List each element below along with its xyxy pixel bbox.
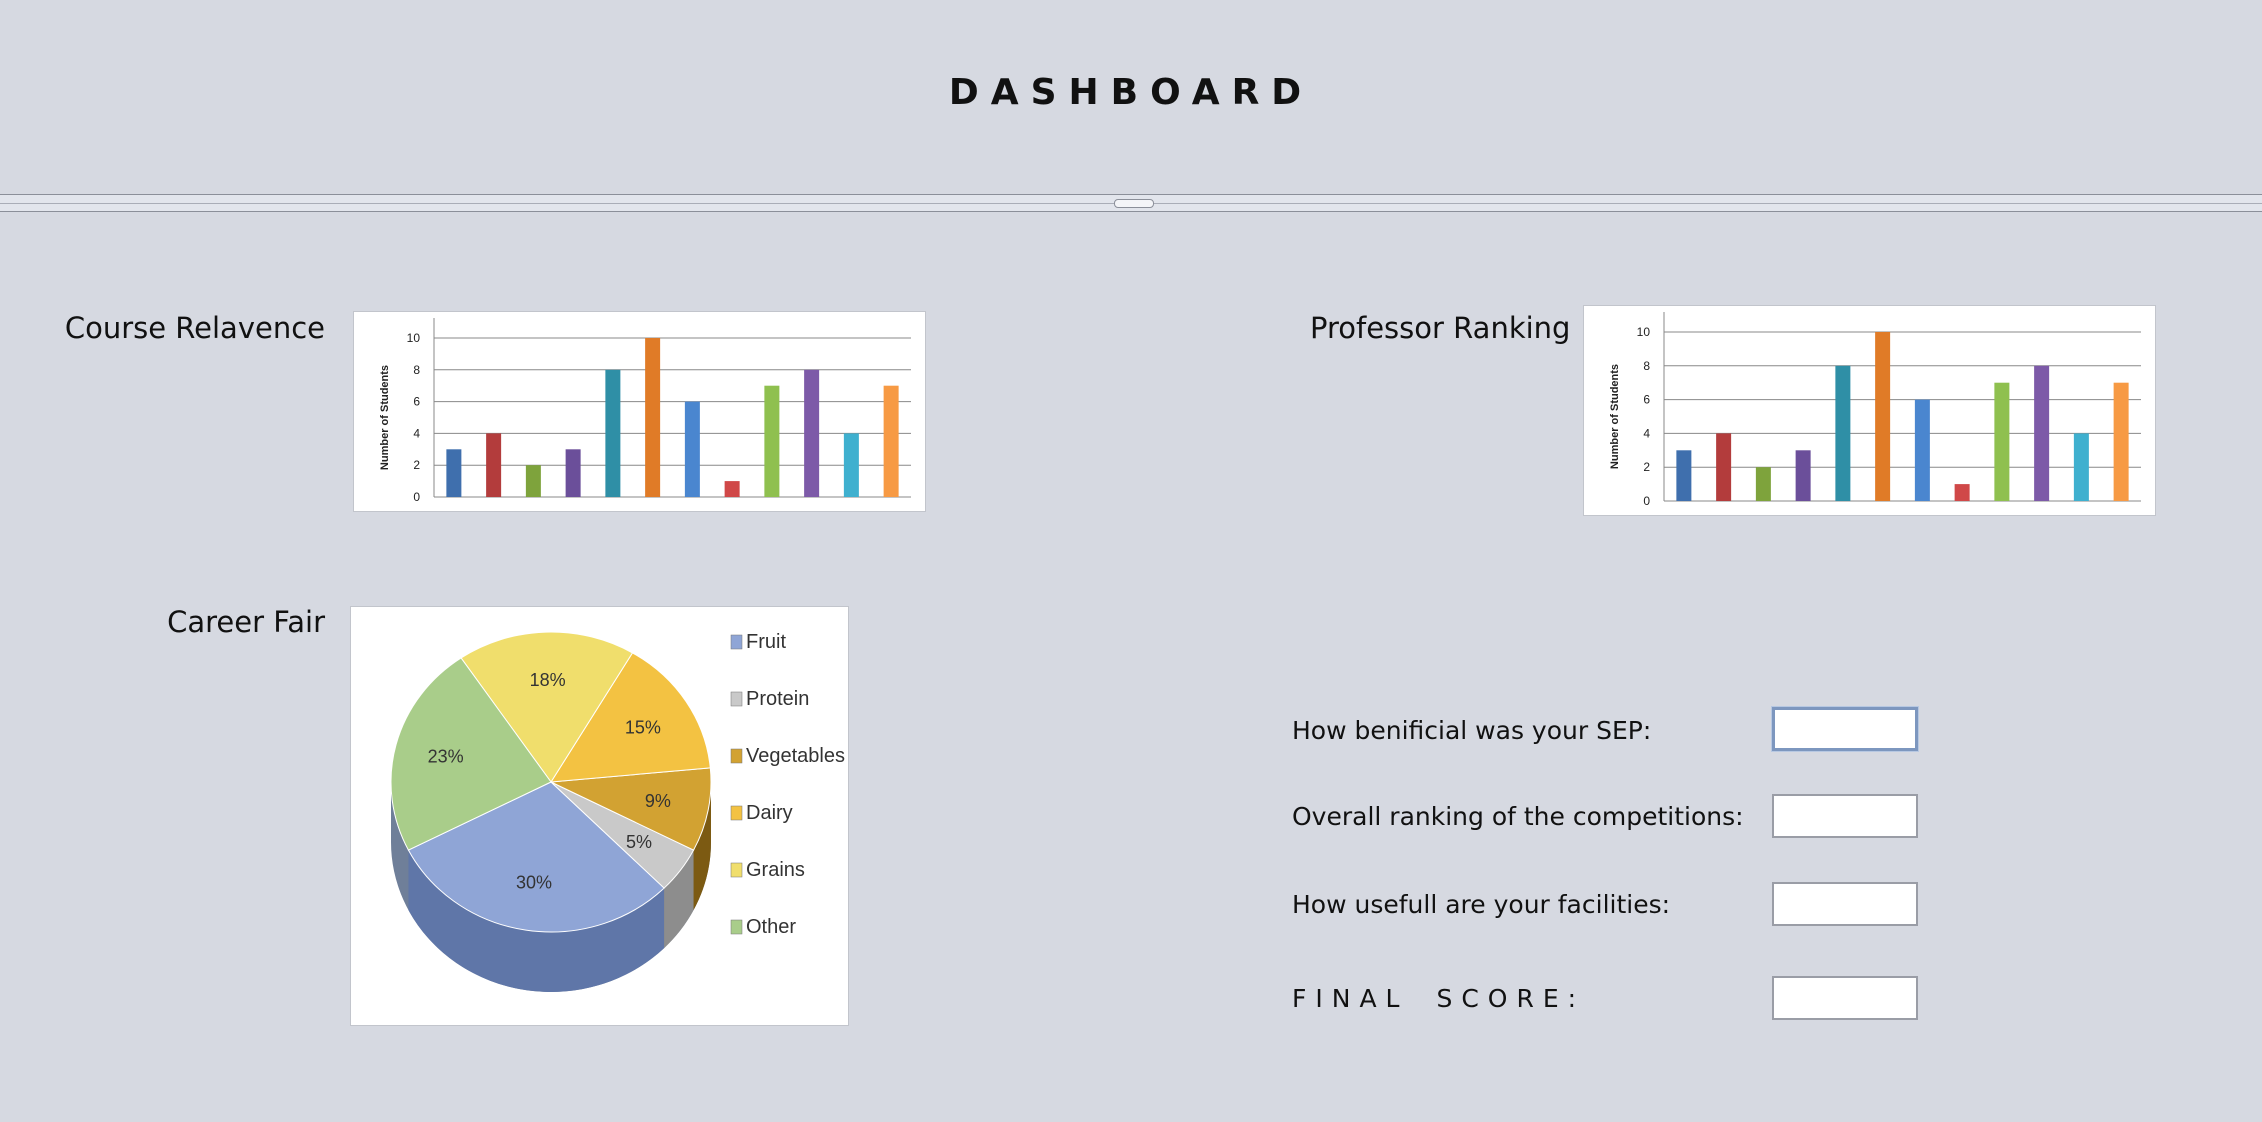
- bar: [525, 465, 541, 497]
- bar: [1755, 467, 1771, 501]
- y-tick-label: 4: [413, 426, 420, 440]
- bar: [565, 449, 581, 497]
- bar: [645, 338, 661, 497]
- y-tick-label: 6: [1643, 393, 1650, 407]
- sep-benefit-input[interactable]: [1772, 707, 1918, 751]
- y-tick-label: 0: [1643, 494, 1650, 508]
- career-fair-pie-chart: 30% 5% 9% 15% 18% 23% Fruit Protein Vegetables Da…: [390, 631, 845, 992]
- y-tick-label: 8: [413, 363, 420, 377]
- bar: [2113, 382, 2129, 501]
- legend-swatch: [730, 748, 743, 764]
- final-score-label: FINAL SCORE:: [1292, 984, 1585, 1013]
- bar: [605, 369, 621, 497]
- pie-label: 18%: [530, 670, 566, 690]
- career-fair-label: Career Fair: [167, 605, 325, 639]
- course-relevance-label: Course Relavence: [64, 311, 325, 345]
- bar: [1914, 399, 1930, 501]
- y-tick-label: 4: [1643, 426, 1650, 440]
- pie-label: 5%: [626, 832, 652, 852]
- bar: [764, 385, 780, 497]
- bar: [1835, 365, 1851, 501]
- sep-benefit-label: How benificial was your SEP:: [1292, 716, 1652, 745]
- bar: [1875, 332, 1891, 501]
- facilities-usefulness-label: How usefull are your facilities:: [1292, 890, 1671, 919]
- bar: [1716, 433, 1732, 501]
- bar: [883, 385, 899, 497]
- facilities-usefulness-input[interactable]: [1772, 882, 1918, 926]
- y-axis-label: Number of Students: [1609, 364, 1621, 469]
- final-score-input[interactable]: [1772, 976, 1918, 1020]
- career-fair-chart: 30% 5% 9% 15% 18% 23% Fruit Protein Vegetables Da…: [350, 606, 849, 1026]
- final-score-label-word1: FINAL: [1292, 984, 1409, 1013]
- bar: [684, 401, 700, 497]
- y-tick-label: 0: [413, 490, 420, 504]
- bar: [804, 369, 820, 497]
- y-tick-label: 6: [413, 395, 420, 409]
- legend-entry: Protein: [746, 688, 809, 710]
- y-tick-label: 10: [1637, 325, 1651, 339]
- legend-swatch: [730, 919, 743, 935]
- page-title: DASHBOARD: [948, 72, 1314, 113]
- legend-swatch: [730, 691, 743, 707]
- bar: [486, 433, 502, 497]
- pie-label: 9%: [645, 791, 671, 811]
- bar: [1954, 484, 1970, 501]
- bar: [2073, 433, 2089, 501]
- competitions-ranking-label: Overall ranking of the competitions:: [1292, 802, 1744, 831]
- legend-entry: Dairy: [746, 802, 793, 824]
- bar: [843, 433, 859, 497]
- legend-entry: Vegetables: [746, 745, 845, 767]
- professor-ranking-bar-chart: 0 2 4 6 8 10 Number of Students: [1609, 312, 2141, 508]
- y-tick-label: 8: [1643, 359, 1650, 373]
- y-tick-label: 2: [1643, 460, 1650, 474]
- bar: [724, 481, 740, 497]
- pie-label: 23%: [428, 747, 464, 767]
- professor-ranking-label: Professor Ranking: [1310, 311, 1571, 345]
- split-handle[interactable]: [1114, 199, 1154, 208]
- course-relevance-bar-chart: 0 2 4 6 8 10 Number of Students: [379, 318, 911, 504]
- y-tick-label: 10: [407, 331, 421, 345]
- legend-entry: Other: [746, 916, 796, 938]
- professor-ranking-chart: 0 2 4 6 8 10 Number of Students: [1583, 305, 2156, 516]
- y-axis-label: Number of Students: [379, 365, 391, 470]
- bar: [1994, 382, 2010, 501]
- split-divider[interactable]: [0, 194, 2262, 212]
- competitions-ranking-input[interactable]: [1772, 794, 1918, 838]
- final-score-label-word2: SCORE:: [1436, 984, 1586, 1013]
- pie-label: 30%: [516, 873, 552, 893]
- course-relevance-chart: 0 2 4 6 8 10 Number of Students: [353, 311, 926, 512]
- bar: [446, 449, 462, 497]
- legend-swatch: [730, 805, 743, 821]
- bar: [1676, 450, 1692, 501]
- legend-swatch: [730, 862, 743, 878]
- pie-label: 15%: [625, 717, 661, 737]
- legend-entry: Fruit: [746, 631, 786, 653]
- header: DASHBOARD: [0, 0, 2262, 196]
- bar: [2034, 365, 2050, 501]
- bar: [1795, 450, 1811, 501]
- legend-swatch: [730, 634, 743, 650]
- legend-entry: Grains: [746, 859, 805, 881]
- y-tick-label: 2: [413, 458, 420, 472]
